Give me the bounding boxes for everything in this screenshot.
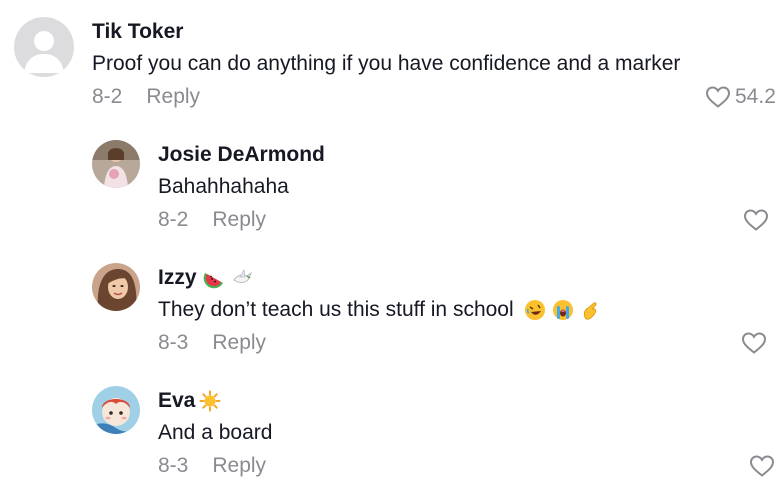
cartoon-avatar xyxy=(92,386,140,434)
avatar[interactable] xyxy=(92,140,140,188)
heart-icon xyxy=(749,454,775,478)
comment-author[interactable]: Izzy xyxy=(158,266,253,290)
comment-meta: 8-3 Reply xyxy=(158,454,266,478)
heart-icon xyxy=(741,331,767,355)
avatar[interactable] xyxy=(92,386,140,434)
photo-avatar xyxy=(92,263,140,311)
reply-button[interactable]: Reply xyxy=(146,85,200,109)
comment-author[interactable]: Josie DeArmond xyxy=(158,143,325,167)
comment-text: And a board xyxy=(158,421,273,444)
heart-icon xyxy=(705,85,731,109)
watermelon-emoji xyxy=(203,267,225,289)
reply-button[interactable]: Reply xyxy=(212,331,266,355)
comment-text-body: They don’t teach us this stuff in school xyxy=(158,298,514,321)
rolling-laughing-emoji xyxy=(524,299,546,321)
comment-date: 8-3 xyxy=(158,331,189,354)
crying-emoji xyxy=(552,299,574,321)
avatar[interactable] xyxy=(14,17,74,77)
comment-date: 8-2 xyxy=(92,85,123,108)
pinching-hand-emoji xyxy=(580,299,602,321)
comment-text: Proof you can do anything if you have co… xyxy=(92,52,681,75)
reply-button[interactable]: Reply xyxy=(212,208,266,232)
reply-button[interactable]: Reply xyxy=(212,454,266,478)
comment-meta: 8-3 Reply xyxy=(158,331,266,355)
like-button[interactable] xyxy=(741,331,767,355)
heart-icon xyxy=(743,208,769,232)
like-button[interactable] xyxy=(743,208,769,232)
comment-meta: 8-2 Reply xyxy=(92,85,200,109)
photo-avatar xyxy=(92,140,140,188)
comment-author-name: Izzy xyxy=(158,266,197,289)
comment-date: 8-3 xyxy=(158,454,189,477)
default-avatar-icon xyxy=(14,17,74,77)
comment-text: Bahahhahaha xyxy=(158,175,289,198)
comment-author-name: Eva xyxy=(158,389,196,412)
dove-emoji xyxy=(231,267,253,289)
like-button[interactable]: 54.2 xyxy=(705,85,776,109)
comment-text: They don’t teach us this stuff in school xyxy=(158,298,602,322)
comment-meta: 8-2 Reply xyxy=(158,208,266,232)
comment-date: 8-2 xyxy=(158,208,189,231)
comment-author[interactable]: Eva xyxy=(158,389,221,413)
like-button[interactable] xyxy=(749,454,775,478)
avatar[interactable] xyxy=(92,263,140,311)
like-count: 54.2 xyxy=(735,85,776,108)
comment-author[interactable]: Tik Toker xyxy=(92,20,183,44)
sun-emoji xyxy=(199,390,221,412)
